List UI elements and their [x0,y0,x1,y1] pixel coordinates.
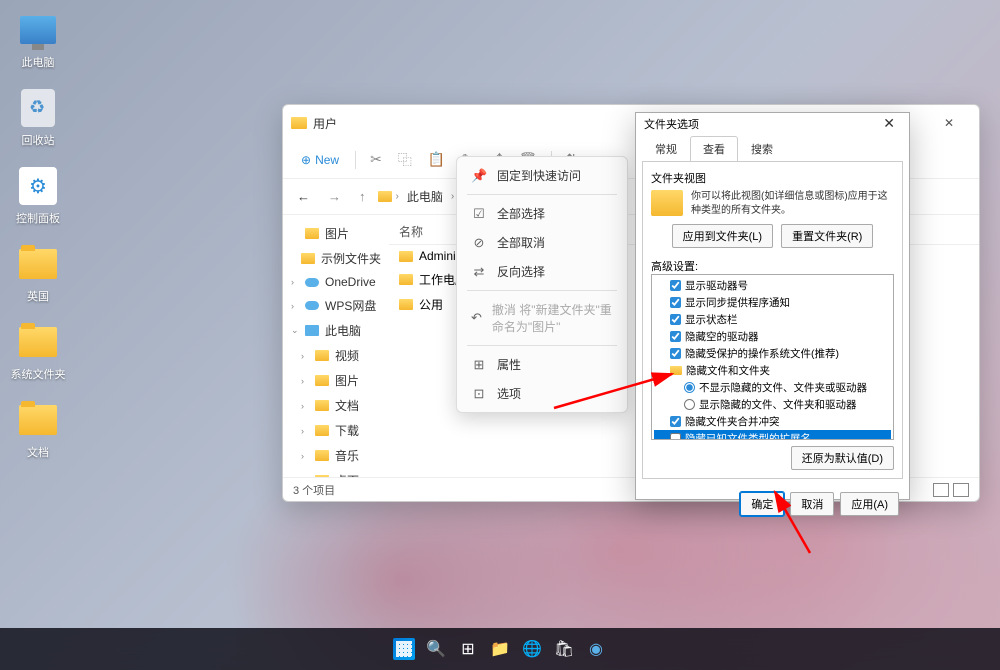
sidebar-item[interactable]: 图片 [283,221,389,246]
sidebar-item[interactable]: 示例文件夹 [283,246,389,271]
desktop-icon-folder[interactable]: 系统文件夹 [8,322,68,382]
advanced-settings-tree[interactable]: 显示驱动器号显示同步提供程序通知显示状态栏隐藏空的驱动器隐藏受保护的操作系统文件… [651,274,894,440]
folder-icon [651,190,683,216]
desktop-icon-pc[interactable]: 此电脑 [8,10,68,70]
folder-options-dialog: 文件夹选项 ✕ 常规 查看 搜索 文件夹视图 你可以将此视图(如详细信息或图标)… [635,112,910,500]
back-button[interactable]: ← [291,185,316,208]
sidebar-item[interactable]: ›音乐 [283,443,389,468]
context-menu-item[interactable]: ⊘全部取消 [461,228,623,257]
explorer-sidebar: 图片示例文件夹›OneDrive›WPS网盘⌄此电脑›视频›图片›文档›下载›音… [283,215,389,477]
apply-to-folders-button[interactable]: 应用到文件夹(L) [672,224,773,248]
context-menu-item[interactable]: 📌固定到快速访问 [461,161,623,190]
close-button[interactable]: ✕ [877,113,901,134]
tree-item[interactable]: 隐藏受保护的操作系统文件(推荐) [654,345,891,362]
taskbar-edge-icon[interactable]: 🌐 [519,636,545,662]
copy-icon[interactable]: ⿻ [392,146,418,174]
details-view-icon[interactable] [933,483,949,497]
window-title: 用户 [313,115,337,132]
tree-item[interactable]: 显示同步提供程序通知 [654,294,891,311]
close-button[interactable]: ✕ [927,108,971,138]
tab-view[interactable]: 查看 [690,136,738,162]
context-menu: 📌固定到快速访问 ☑全部选择⊘全部取消⇄反向选择 ↶撤消 将"新建文件夹"重命名为"… [456,156,628,413]
advanced-label: 高级设置: [651,258,894,274]
taskbar-store-icon[interactable]: 🛍 [551,636,577,662]
desktop-icon-bin[interactable]: 回收站 [8,88,68,148]
paste-icon[interactable]: 📋 [422,147,451,172]
taskbar[interactable]: 🔍 ⊞ 📁 🌐 🛍 ◉ [0,628,1000,670]
tree-item-hide-extensions[interactable]: 隐藏已知文件类型的扩展名 [654,430,891,440]
group-title: 文件夹视图 [651,170,894,186]
context-menu-item[interactable]: ☑全部选择 [461,199,623,228]
sidebar-item[interactable]: ›视频 [283,343,389,368]
sidebar-item[interactable]: ›图片 [283,368,389,393]
taskbar-taskview-icon[interactable]: ⊞ [455,636,481,662]
desktop-icon-folder[interactable]: 文档 [8,400,68,460]
forward-button[interactable]: → [322,185,347,208]
tree-item[interactable]: 显示驱动器号 [654,277,891,294]
context-menu-item[interactable]: ⊡选项 [461,379,623,408]
large-icons-view-icon[interactable] [953,483,969,497]
folder-icon [291,117,307,129]
taskbar-search-icon[interactable]: 🔍 [423,636,449,662]
tab-general[interactable]: 常规 [642,136,690,162]
cancel-button[interactable]: 取消 [790,492,834,516]
new-button[interactable]: ⊕ New [293,149,347,171]
context-menu-item[interactable]: ⊞属性 [461,350,623,379]
tree-item[interactable]: 隐藏文件夹合并冲突 [654,413,891,430]
tree-item[interactable]: 隐藏文件和文件夹 [654,362,891,379]
tree-item[interactable]: 隐藏空的驱动器 [654,328,891,345]
sidebar-item[interactable]: ›OneDrive [283,271,389,293]
cut-icon[interactable]: ✂ [364,147,388,172]
description-text: 你可以将此视图(如详细信息或图标)应用于这种类型的所有文件夹。 [691,190,894,218]
sidebar-item[interactable]: ›WPS网盘 [283,293,389,318]
item-count: 3 个项目 [293,482,335,498]
up-button[interactable]: ↑ [353,185,372,208]
apply-button[interactable]: 应用(A) [840,492,899,516]
tree-item[interactable]: 显示隐藏的文件、文件夹和驱动器 [654,396,891,413]
dialog-titlebar[interactable]: 文件夹选项 ✕ [636,113,909,134]
taskbar-app-icon[interactable]: ◉ [583,636,609,662]
context-menu-item: ↶撤消 将"新建文件夹"重命名为"图片" [461,295,623,341]
sidebar-item[interactable]: ›文档 [283,393,389,418]
desktop-icon-folder[interactable]: 英国 [8,244,68,304]
reset-folders-button[interactable]: 重置文件夹(R) [781,224,873,248]
restore-defaults-button[interactable]: 还原为默认值(D) [791,446,894,470]
desktop-icon-cpl[interactable]: 控制面板 [8,166,68,226]
sidebar-item[interactable]: ›下载 [283,418,389,443]
folder-icon [378,191,392,202]
ok-button[interactable]: 确定 [740,492,784,516]
dialog-title: 文件夹选项 [644,116,699,132]
tree-item[interactable]: 不显示隐藏的文件、文件夹或驱动器 [654,379,891,396]
sidebar-item[interactable]: ⌄此电脑 [283,318,389,343]
context-menu-item[interactable]: ⇄反向选择 [461,257,623,286]
dialog-tabs: 常规 查看 搜索 [636,136,909,162]
start-button[interactable] [391,636,417,662]
sidebar-item[interactable]: ›桌面 [283,468,389,477]
tree-item[interactable]: 显示状态栏 [654,311,891,328]
taskbar-explorer-icon[interactable]: 📁 [487,636,513,662]
tab-search[interactable]: 搜索 [738,136,786,162]
